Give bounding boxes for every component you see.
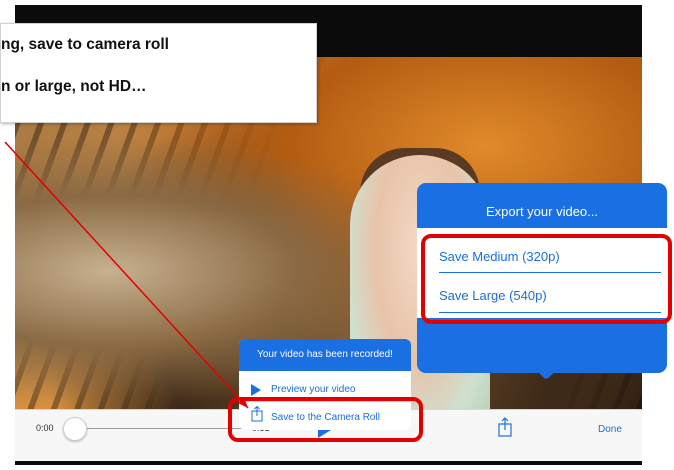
- annotation-callout: ng, save to camera roll n or large, not …: [0, 23, 317, 123]
- export-popover-caret: [536, 370, 554, 379]
- callout-line-1: ng, save to camera roll: [1, 36, 169, 53]
- done-button[interactable]: Done: [598, 424, 622, 435]
- share-icon[interactable]: [497, 417, 513, 437]
- play-icon: [251, 384, 261, 396]
- scrubber-knob[interactable]: [63, 417, 87, 441]
- current-time: 0:00: [36, 423, 54, 433]
- highlight-medium-large: [421, 234, 672, 324]
- scrubber-track[interactable]: [75, 428, 245, 429]
- export-title: Export your video...: [486, 204, 598, 219]
- callout-line-2: n or large, not HD…: [1, 78, 147, 95]
- export-footer: [417, 345, 667, 370]
- highlight-save-camera-roll: [228, 397, 423, 442]
- recorded-title: Your video has been recorded!: [239, 339, 411, 371]
- preview-video-option[interactable]: Preview your video: [271, 384, 355, 395]
- save-hd-option[interactable]: Save HD (720p): [439, 327, 532, 342]
